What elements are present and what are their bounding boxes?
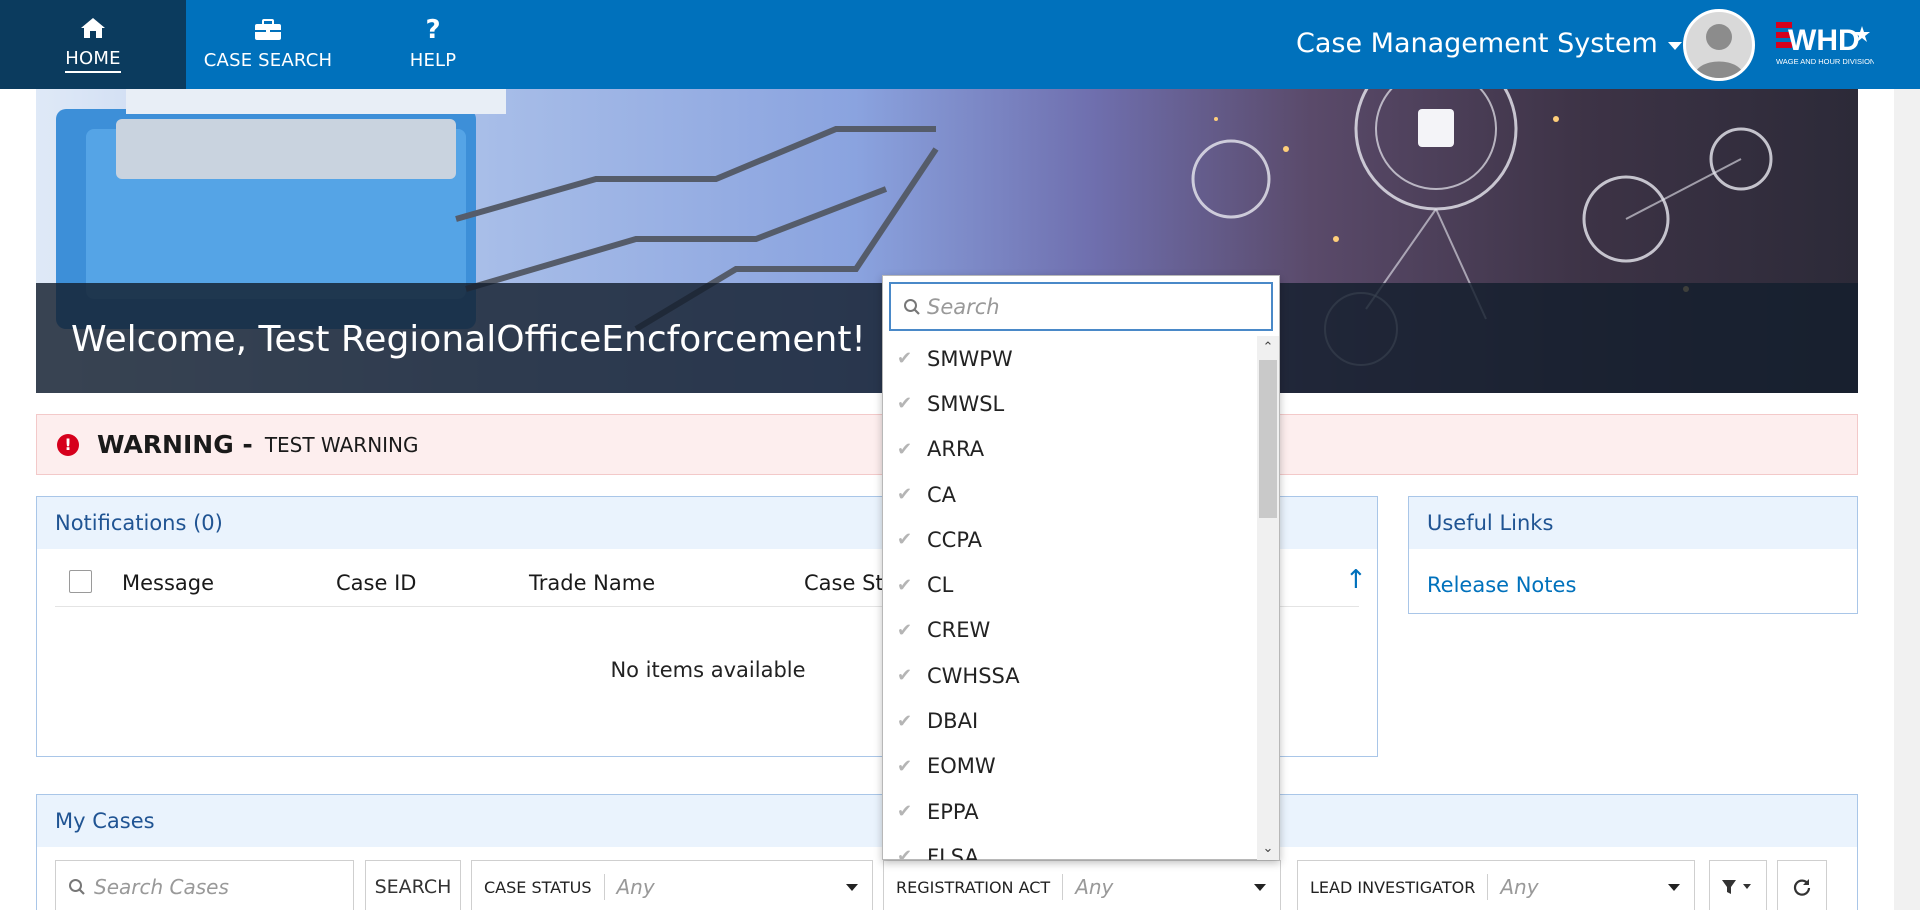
lead-investigator-label: LEAD INVESTIGATOR	[1310, 874, 1489, 900]
option-label: ARRA	[927, 437, 985, 462]
user-silhouette-icon	[1694, 24, 1744, 78]
home-icon	[81, 18, 105, 38]
search-cases-input[interactable]: Search Cases	[55, 860, 354, 910]
dropdown-option[interactable]: ✔ CA	[883, 472, 1257, 517]
lead-investigator-filter[interactable]: LEAD INVESTIGATOR Any	[1297, 860, 1695, 910]
option-label: CREW	[927, 618, 991, 643]
check-icon: ✔	[897, 665, 913, 687]
filter-icon	[1722, 880, 1751, 894]
check-icon: ✔	[897, 755, 913, 777]
dropdown-scroll-thumb[interactable]	[1259, 360, 1277, 518]
dropdown-option[interactable]: ✔ CWHSSA	[883, 653, 1257, 698]
check-icon: ✔	[897, 710, 913, 732]
chevron-up-icon[interactable]: ⌃	[1259, 340, 1277, 355]
search-cases-placeholder: Search Cases	[94, 875, 229, 899]
warning-title: WARNING -	[97, 430, 253, 459]
chevron-down-icon	[846, 884, 858, 891]
whd-logo-mark: WHD WAGE AND HOUR DIVISION	[1776, 22, 1875, 66]
option-label: DBAI	[927, 709, 979, 734]
nav-home[interactable]: HOME	[0, 0, 186, 89]
registration-act-dropdown: Search ✔ SMWPW ✔ SMWSL ✔ ARRA ✔ CA ✔ CCPA ✔ CL…	[882, 275, 1280, 860]
system-title: Case Management System	[1296, 28, 1658, 59]
nav-help-label: HELP	[409, 50, 457, 71]
case-status-label: CASE STATUS	[484, 874, 605, 900]
search-icon	[904, 298, 920, 315]
useful-links-panel: Useful Links Release Notes	[1408, 496, 1858, 614]
check-icon: ✔	[897, 574, 913, 596]
my-cases-filters: Search Cases SEARCH CASE STATUS Any REGI…	[55, 860, 1855, 910]
dropdown-option[interactable]: ✔ CREW	[883, 608, 1257, 653]
nav-case-search[interactable]: CASE SEARCH	[186, 0, 350, 89]
dropdown-search-placeholder: Search	[927, 294, 1000, 319]
option-label: EPPA	[927, 799, 979, 824]
column-case-id[interactable]: Case ID	[336, 571, 416, 595]
check-icon: ✔	[897, 393, 913, 415]
check-icon: ✔	[897, 529, 913, 551]
refresh-icon	[1793, 879, 1811, 896]
welcome-message: Welcome, Test RegionalOfficeEncforcement…	[71, 319, 866, 360]
dropdown-search-input[interactable]: Search	[889, 282, 1273, 331]
useful-links-title: Useful Links	[1409, 497, 1857, 549]
whd-logo[interactable]: WHD WAGE AND HOUR DIVISION	[1774, 16, 1875, 72]
column-message[interactable]: Message	[122, 571, 214, 595]
search-button[interactable]: SEARCH	[365, 860, 461, 910]
check-icon: ✔	[897, 801, 913, 823]
dropdown-scrollbar[interactable]: ⌃ ⌄	[1257, 336, 1279, 860]
check-icon: ✔	[897, 438, 913, 460]
search-icon	[69, 879, 85, 895]
option-label: SMWPW	[927, 346, 1013, 371]
dropdown-option[interactable]: ✔ CCPA	[883, 517, 1257, 562]
logo-subtext: WAGE AND HOUR DIVISION	[1776, 57, 1874, 66]
page-scrollbar[interactable]	[1894, 89, 1920, 910]
column-trade-name[interactable]: Trade Name	[529, 571, 655, 595]
option-label: EOMW	[927, 754, 996, 779]
chevron-down-icon	[1668, 884, 1680, 891]
check-icon: ✔	[897, 484, 913, 506]
release-notes-link[interactable]: Release Notes	[1427, 573, 1576, 597]
registration-act-filter[interactable]: REGISTRATION ACT Any	[883, 860, 1281, 910]
select-all-checkbox[interactable]	[69, 570, 92, 593]
registration-act-label: REGISTRATION ACT	[896, 874, 1064, 900]
case-status-value: Any	[616, 875, 655, 899]
dropdown-option[interactable]: ✔ CL	[883, 562, 1257, 607]
sort-arrow-up-icon[interactable]: ↑	[1345, 565, 1367, 595]
check-icon: ✔	[897, 348, 913, 370]
check-icon: ✔	[897, 619, 913, 641]
lead-investigator-value: Any	[1500, 875, 1539, 899]
dropdown-option[interactable]: ✔ ARRA	[883, 427, 1257, 472]
question-icon: ?	[425, 15, 441, 45]
avatar[interactable]	[1683, 9, 1755, 81]
dropdown-option[interactable]: ✔ FLSA	[883, 834, 1257, 860]
refresh-button[interactable]	[1777, 860, 1827, 910]
filter-menu-button[interactable]	[1709, 860, 1767, 910]
check-icon: ✔	[897, 846, 913, 860]
dropdown-option[interactable]: ✔ EOMW	[883, 744, 1257, 789]
dropdown-option[interactable]: ✔ SMWPW	[883, 336, 1257, 381]
option-label: FLSA	[927, 844, 979, 860]
nav-case-search-label: CASE SEARCH	[203, 50, 333, 71]
nav-home-label: HOME	[65, 48, 121, 73]
warning-text: TEST WARNING	[264, 432, 419, 457]
dropdown-option[interactable]: ✔ EPPA	[883, 789, 1257, 834]
alert-icon: !	[57, 433, 79, 456]
option-label: CA	[927, 482, 957, 507]
option-label: CL	[927, 573, 954, 598]
chevron-down-icon	[1667, 41, 1682, 50]
case-status-filter[interactable]: CASE STATUS Any	[471, 860, 873, 910]
option-label: CCPA	[927, 527, 983, 552]
option-label: SMWSL	[927, 391, 1005, 416]
chevron-down-icon[interactable]: ⌄	[1259, 841, 1277, 856]
logo-text: WHD	[1788, 24, 1860, 57]
chevron-down-icon	[1254, 884, 1266, 891]
dropdown-option[interactable]: ✔ DBAI	[883, 698, 1257, 743]
dropdown-option[interactable]: ✔ SMWSL	[883, 381, 1257, 426]
top-nav-bar: HOME CASE SEARCH ? HELP Case Management …	[0, 0, 1920, 89]
briefcase-icon	[255, 19, 281, 40]
nav-help[interactable]: ? HELP	[350, 0, 516, 89]
option-label: CWHSSA	[927, 663, 1020, 688]
system-menu[interactable]: Case Management System	[1296, 28, 1682, 59]
dropdown-option-list: ✔ SMWPW ✔ SMWSL ✔ ARRA ✔ CA ✔ CCPA ✔ CL ✔ CREW …	[883, 336, 1257, 860]
registration-act-value: Any	[1075, 875, 1114, 899]
